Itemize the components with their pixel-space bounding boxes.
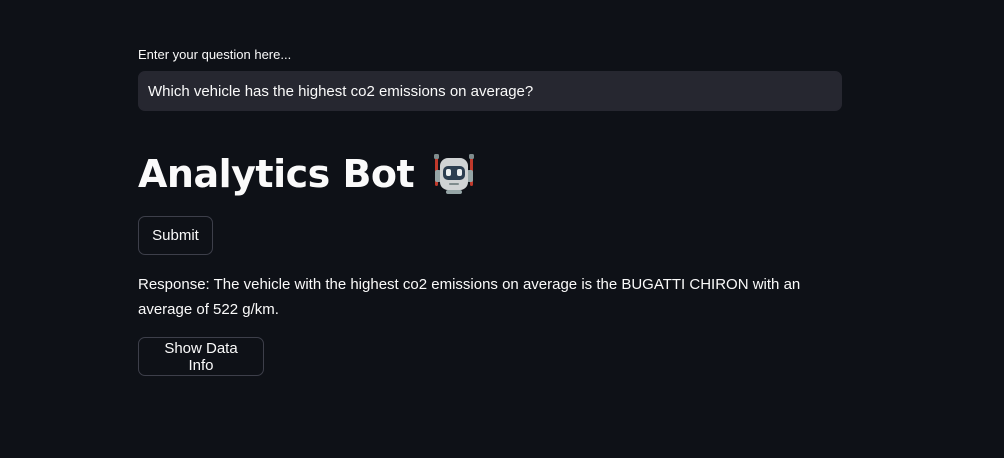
robot-icon xyxy=(430,150,478,198)
page-title: Analytics Bot xyxy=(138,152,415,196)
show-data-info-button[interactable]: Show Data Info xyxy=(138,337,264,376)
question-label: Enter your question here... xyxy=(138,47,292,62)
question-input[interactable] xyxy=(138,71,842,111)
response-text: Response: The vehicle with the highest c… xyxy=(138,276,801,318)
submit-button[interactable]: Submit xyxy=(138,216,213,255)
app-page: Enter your question here... Analytics Bo… xyxy=(0,0,1004,458)
title-row: Analytics Bot xyxy=(138,146,478,202)
